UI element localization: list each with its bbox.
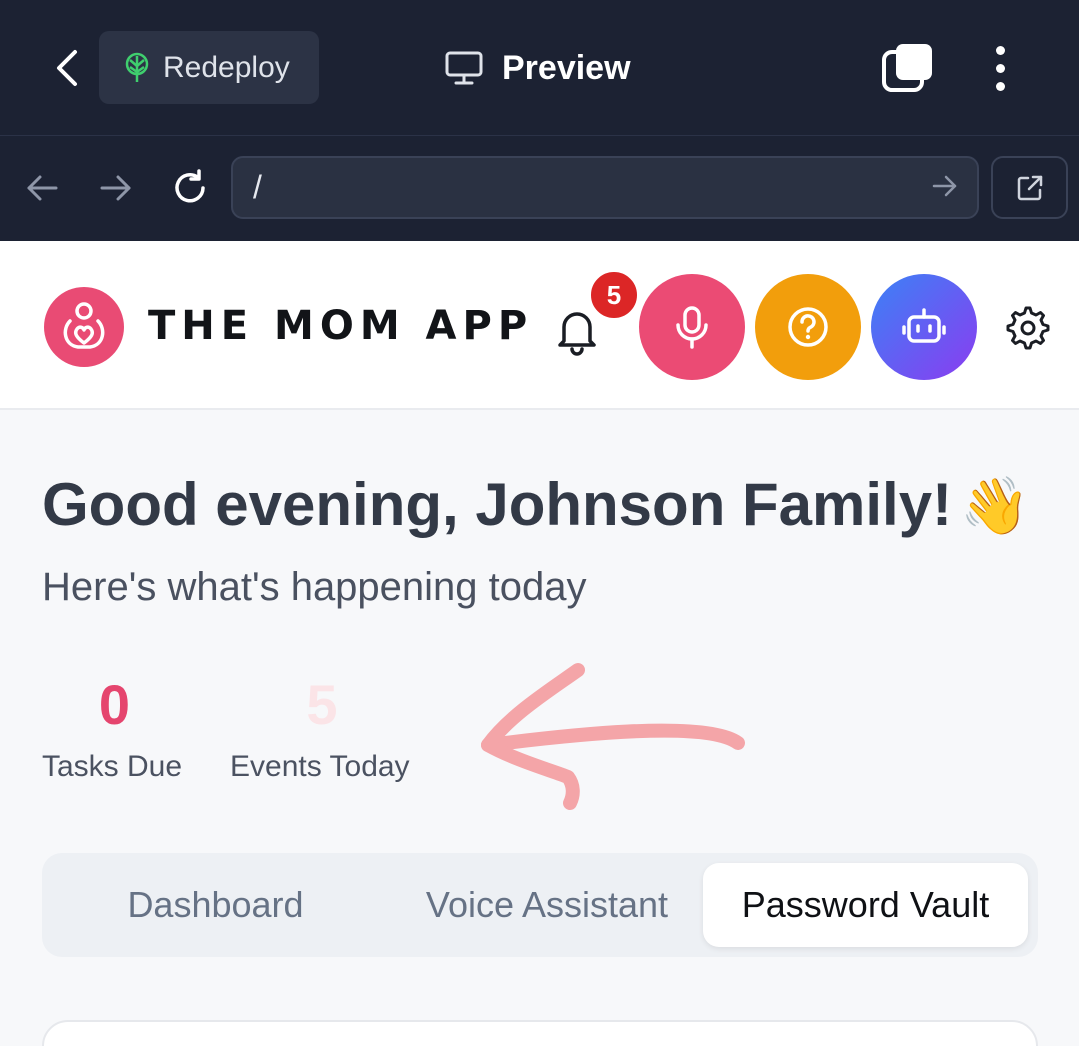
tab-dashboard[interactable]: Dashboard [72,863,359,947]
app-title: THE MOM APP [148,303,534,349]
waving-hand-emoji: 👋 [960,474,1030,537]
greeting-subtitle: Here's what's happening today [42,565,587,609]
events-today-count: 5 [306,673,338,736]
open-external-button[interactable] [991,156,1068,219]
greeting-heading: Good evening, Johnson Family! 👋 [42,470,1030,539]
go-arrow-icon[interactable] [931,172,959,200]
browser-top-bar: Redeploy Preview [0,0,1079,135]
arrow-right-icon [100,175,131,201]
assistant-bot-button[interactable] [871,274,977,380]
more-vertical-icon[interactable] [984,40,1016,96]
reload-icon [175,169,205,203]
mother-heart-logo [44,287,124,367]
annotation-arrow [481,663,745,810]
content-card [42,1020,1038,1046]
address-value: / [253,169,262,205]
address-input[interactable]: / [231,156,979,219]
robot-icon [902,308,946,343]
events-today-label: Events Today [230,750,410,783]
nav-forward-button[interactable] [91,163,141,213]
arrow-left-icon [27,175,58,201]
tab-password-vault[interactable]: Password Vault [703,863,1028,947]
tasks-due-count: 0 [98,673,131,736]
reload-button[interactable] [165,163,215,213]
mic-icon [676,306,708,349]
redeploy-label: Redeploy [163,50,290,84]
tasks-due-label: Tasks Due [42,750,183,783]
monitor-icon [445,51,483,85]
notification-badge: 5 [588,269,640,321]
tabs-icon[interactable] [880,42,936,94]
redeploy-button[interactable]: Redeploy [99,31,319,104]
preview-label: Preview [502,48,631,87]
preview-title: Preview [444,40,631,96]
tree-icon [125,52,149,82]
tab-voice-assistant[interactable]: Voice Assistant [397,863,697,947]
mic-button[interactable] [639,274,745,380]
nav-back-button[interactable] [17,163,67,213]
app-header: THE MOM APP 5 [0,241,1079,410]
main-tab-bar: Dashboard Voice Assistant Password Vault [42,853,1038,957]
gear-icon[interactable] [1005,305,1051,351]
help-circle-icon [788,307,828,347]
external-link-icon [1017,175,1042,200]
greeting-text: Good evening, Johnson Family! [42,471,953,538]
chevron-left-icon [57,50,77,86]
help-button[interactable] [755,274,861,380]
back-button[interactable] [42,42,90,94]
